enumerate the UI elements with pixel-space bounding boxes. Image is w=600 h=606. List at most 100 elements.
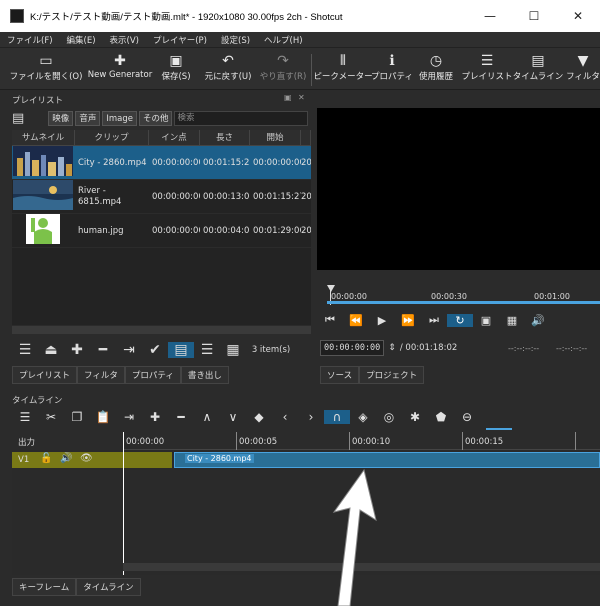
filters-button[interactable]: ▼ フィルタ [566,52,600,88]
ripple-icon[interactable]: ◎ [376,410,402,424]
timeline-toolbar: ☰ ✂ ❐ 📋 ⇥ ✚ ━ ∧ ∨ ◆ ‹ › ∩ ◈ ◎ ✱ ⬟ ⊖ [12,405,600,430]
update-icon[interactable]: ⇥ [116,342,142,358]
column-thumbnail[interactable]: サムネイル [12,130,75,145]
open-file-button[interactable]: ▭ ファイルを開く(O) [10,52,83,88]
column-in[interactable]: イン点 [149,130,200,145]
ripple-all-icon[interactable]: ✱ [402,410,428,424]
grid-icon[interactable]: ▦ [499,314,525,327]
eye-icon[interactable]: 👁 [80,453,93,464]
in-point: 00:00:00:00 [152,157,200,168]
volume-icon[interactable]: 🔊 [525,314,551,327]
overwrite-icon[interactable]: ∨ [220,410,246,424]
player-ruler[interactable]: 00:00:00 00:00:30 00:01:00 [317,285,600,305]
loop-icon[interactable]: ↻ [447,313,473,327]
column-duration[interactable]: 長さ [200,130,250,145]
minimize-button[interactable]: — [468,0,512,32]
zoom-icon[interactable]: ▣ [473,314,499,327]
playlist-search-input[interactable]: 検索 [174,110,309,126]
play-icon[interactable]: ▶ [369,314,395,327]
lock-icon[interactable]: 🔓 [40,453,52,464]
menu-edit[interactable]: 編集(E) [60,34,103,46]
skip-previous-icon[interactable]: ⏮ [317,313,343,327]
properties-button[interactable]: ℹ プロパティ [371,52,413,88]
tab-playlist[interactable]: プレイリスト [12,366,78,384]
table-row[interactable]: River - 6815.mp4 00:00:00:00 00:00:13:09… [12,180,311,214]
column-start[interactable]: 開始 [250,130,301,145]
track-header-v1[interactable]: V1 🔓 🔊 👁 [12,452,172,468]
tab-export[interactable]: 書き出し [180,366,229,384]
table-row[interactable]: human.jpg 00:00:00:00 00:00:04:00 00:01:… [12,214,311,248]
remove-icon[interactable]: ━ [168,410,194,424]
filter-other-button[interactable]: その他 [138,110,173,126]
split-icon[interactable]: ◆ [246,410,272,424]
playlist-button[interactable]: ☰ プレイリスト [462,52,513,88]
timeline-ruler[interactable]: 00:00:00 00:00:05 00:00:10 00:00:15 [123,432,600,450]
menu-icon[interactable]: ☰ [12,410,38,424]
details-view-icon[interactable]: ▤ [12,111,24,126]
filter-audio-button[interactable]: 音声 [75,110,101,126]
tab-source[interactable]: ソース [320,366,360,384]
insert-icon[interactable]: ⏏ [38,342,64,358]
cut-icon[interactable]: ✂ [38,410,64,424]
tab-filters[interactable]: フィルタ [77,366,125,384]
column-clip[interactable]: クリップ [75,130,149,145]
menu-file[interactable]: ファイル(F) [0,34,60,46]
player-tabs: ソース プロジェクト [320,366,425,384]
menu-icon[interactable]: ☰ [12,342,38,358]
add-icon[interactable]: ✚ [142,410,168,424]
maximize-button[interactable]: ☐ [512,0,556,32]
timeline-button[interactable]: ▤ タイムライン [513,52,563,88]
tab-project[interactable]: プロジェクト [359,366,425,384]
remove-icon[interactable]: ━ [90,342,116,358]
tab-timeline[interactable]: タイムライン [76,578,141,596]
current-time-field[interactable]: 00:00:00:00 [320,340,385,356]
append-icon[interactable]: ⇥ [116,410,142,424]
column-extra[interactable] [301,130,311,145]
float-panel-icon[interactable]: ▣ [284,93,292,102]
next-icon[interactable]: › [298,410,324,424]
timeline-playhead[interactable] [123,432,124,575]
add-icon[interactable]: ✚ [64,342,90,358]
timeline-clip[interactable]: City - 2860.mp4 [174,452,600,468]
filter-image-button[interactable]: Image [102,110,137,126]
fast-forward-icon[interactable]: ⏩ [395,314,421,327]
history-button[interactable]: ◷ 使用履歴 [417,52,455,88]
details-view-icon[interactable]: ▤ [168,342,194,358]
close-panel-icon[interactable]: ✕ [298,93,305,102]
skip-next-icon[interactable]: ⏭ [421,313,447,327]
save-button[interactable]: ▣ 保存(S) [158,52,194,88]
rewind-icon[interactable]: ⏪ [343,314,369,327]
snap-icon[interactable]: ∩ [324,410,350,424]
undo-button[interactable]: ↶ 元に戻す(U) [203,52,253,88]
scrub-icon[interactable]: ◈ [350,410,376,424]
check-icon[interactable]: ✔ [142,342,168,358]
lift-icon[interactable]: ∧ [194,410,220,424]
grid-view-icon[interactable]: ▦ [220,342,246,358]
playlist-horizontal-scrollbar[interactable] [12,326,311,334]
table-row[interactable]: City - 2860.mp4 00:00:00:00 00:01:15:27 … [12,146,311,180]
paste-icon[interactable]: 📋 [90,410,116,424]
filter-video-button[interactable]: 映像 [48,110,74,126]
menu-player[interactable]: プレイヤー(P) [146,34,214,46]
new-generator-button[interactable]: ✚ New Generator [86,52,154,88]
folder-icon: ▭ [39,53,53,69]
tab-properties[interactable]: プロパティ [124,366,181,384]
list-view-icon[interactable]: ☰ [194,342,220,358]
menu-view[interactable]: 表示(V) [103,34,146,46]
tab-keyframes[interactable]: キーフレーム [12,578,77,596]
clip-name: human.jpg [78,225,124,236]
mute-icon[interactable]: 🔊 [60,453,72,464]
menu-help[interactable]: ヘルプ(H) [257,34,310,46]
copy-icon[interactable]: ❐ [64,410,90,424]
zoom-out-icon[interactable]: ⊖ [454,410,480,424]
redo-button[interactable]: ↷ やり直す(R) [258,52,308,88]
ripple-markers-icon[interactable]: ⬟ [428,410,454,424]
video-monitor[interactable] [317,108,600,270]
peak-meter-button[interactable]: ⫴ ピークメーター [313,52,372,88]
previous-icon[interactable]: ‹ [272,410,298,424]
close-button[interactable]: ✕ [556,0,600,32]
funnel-icon: ▼ [577,53,589,69]
menu-settings[interactable]: 設定(S) [214,34,257,46]
spin-arrows-icon[interactable]: ⇕ [388,343,396,353]
playhead-marker[interactable] [327,285,335,292]
